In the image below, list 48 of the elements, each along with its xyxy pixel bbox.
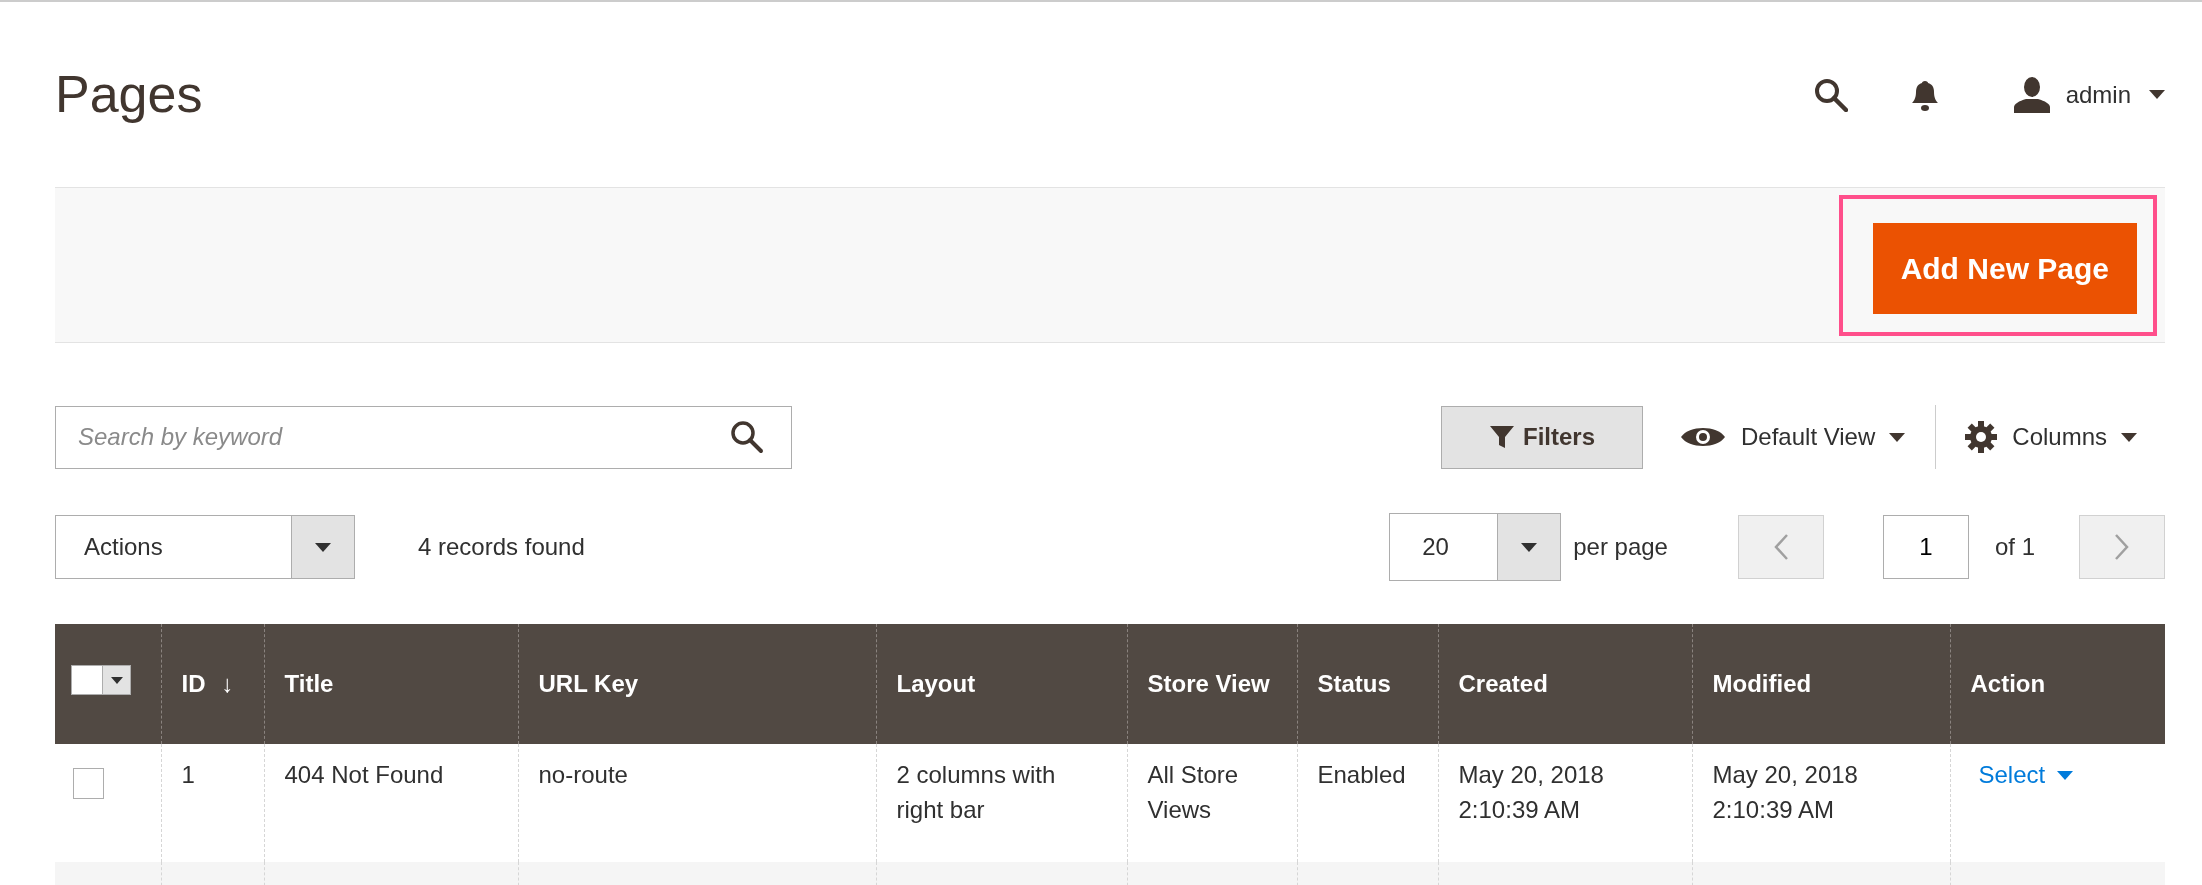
records-count: 4 records found <box>418 532 585 562</box>
caret-icon <box>2121 432 2137 442</box>
sort-arrow-icon: ↓ <box>221 670 234 698</box>
column-header[interactable]: Title <box>264 624 518 744</box>
table-cell: no-route <box>538 761 628 788</box>
table-cell: 404 Not Found <box>284 761 444 788</box>
caret-icon <box>2057 770 2074 780</box>
table-cell: 1 <box>181 761 195 788</box>
page-total: of 1 <box>1994 532 2035 562</box>
chevron-right-icon <box>2114 533 2130 561</box>
per-page-select[interactable]: 20 <box>1389 513 1562 581</box>
caret-icon <box>315 542 331 552</box>
table-cell: 2 columns with right bar <box>896 761 1056 823</box>
search-field[interactable]: Search by keyword <box>55 405 792 469</box>
view-menu[interactable]: Default View <box>1679 419 1906 455</box>
per-page-label: per page <box>1573 532 1668 562</box>
column-header[interactable]: Store View <box>1127 624 1297 744</box>
user-menu[interactable]: admin <box>2011 76 2165 113</box>
column-header[interactable]: Action <box>1950 624 2165 744</box>
table-cell: May 20, 2018 2:10:39 AM <box>1712 761 1858 823</box>
column-header[interactable]: Status <box>1297 624 1438 744</box>
search-icon[interactable] <box>1813 77 1848 112</box>
caret-icon <box>110 676 123 684</box>
user-icon <box>2011 76 2052 113</box>
column-header[interactable]: Modified <box>1692 624 1950 744</box>
row-checkbox[interactable] <box>73 768 104 799</box>
search-icon[interactable] <box>730 419 764 454</box>
columns-menu[interactable]: Columns <box>1964 419 2137 455</box>
column-header[interactable]: ID ↓ <box>161 624 264 744</box>
caret-icon <box>1889 432 1906 442</box>
funnel-icon <box>1489 424 1515 450</box>
caret-icon <box>2149 90 2165 99</box>
column-header[interactable]: URL Key <box>518 624 876 744</box>
page-title: Pages <box>55 64 203 126</box>
select-all-checkbox[interactable] <box>71 665 131 696</box>
table-cell: May 20, 2018 2:10:39 AM <box>1458 761 1604 823</box>
column-header[interactable]: Created <box>1438 624 1692 744</box>
actions-select[interactable]: Actions <box>55 515 355 579</box>
add-new-page-button[interactable]: Add New Page <box>1872 222 2137 314</box>
caret-icon <box>1521 542 1538 552</box>
gear-icon <box>1964 420 1999 454</box>
chevron-left-icon <box>1772 533 1789 561</box>
table-cell: Enabled <box>1317 761 1406 788</box>
table-cell: All Store Views <box>1147 761 1239 823</box>
page-number-field[interactable]: 1 <box>1882 515 1969 579</box>
column-header[interactable]: Layout <box>876 624 1127 744</box>
select-link[interactable]: Select <box>1978 758 2074 793</box>
filters-button[interactable]: Filters <box>1441 405 1643 469</box>
